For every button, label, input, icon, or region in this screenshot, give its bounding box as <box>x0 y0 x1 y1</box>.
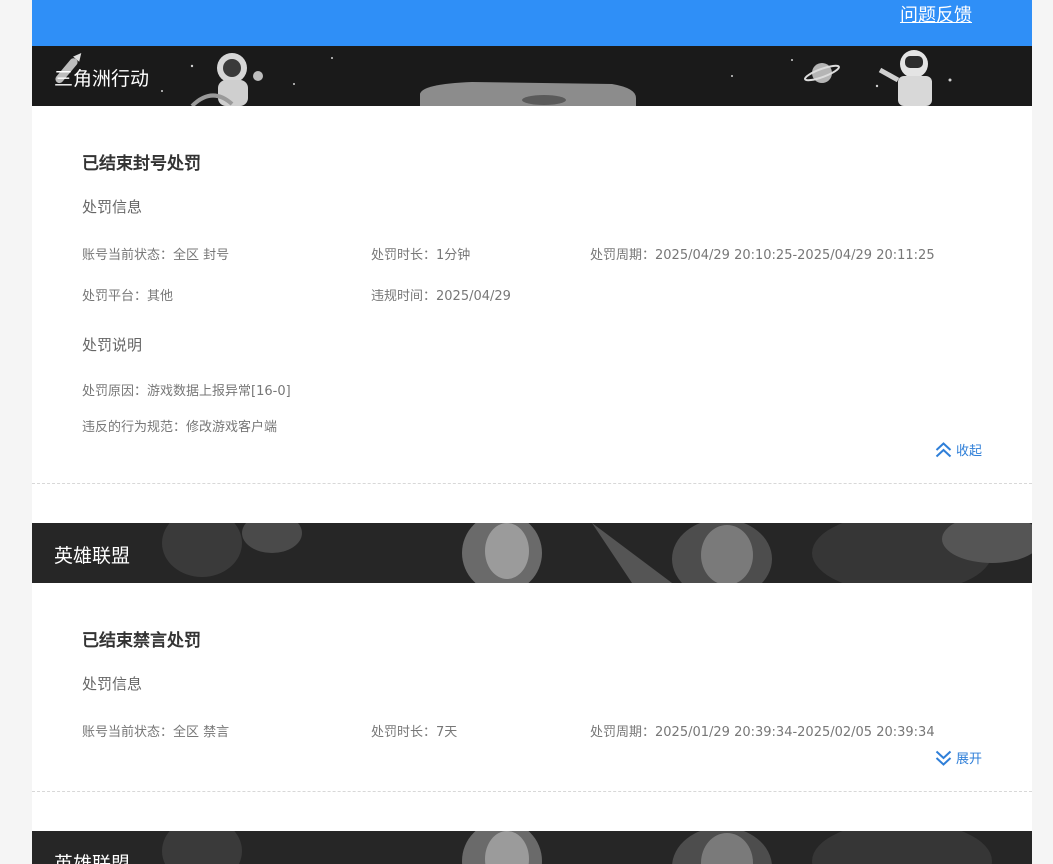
platform-field: 处罚平台：其他 <box>82 285 173 304</box>
field-value: 2025/04/29 20:10:25-2025/04/29 20:11:25 <box>655 248 935 263</box>
field-label: 处罚周期： <box>590 248 656 263</box>
double-chevron-up-icon <box>935 441 952 457</box>
game-banner-lol: 英雄联盟 <box>32 831 1032 864</box>
field-value: 全区 封号 <box>173 248 230 263</box>
field-value: 游戏数据上报异常[16-0] <box>147 384 291 399</box>
feedback-link[interactable]: 问题反馈 <box>900 1 972 27</box>
game-banner-delta-force: 三角洲行动 <box>32 46 1032 106</box>
reason-field: 处罚原因：游戏数据上报异常[16-0] <box>82 380 291 399</box>
field-value: 修改游戏客户端 <box>186 420 278 435</box>
field-label: 处罚平台： <box>82 289 148 304</box>
explain-heading: 处罚说明 <box>82 336 143 354</box>
toggle-label: 收起 <box>955 444 982 459</box>
rule-field: 违反的行为规范：修改游戏客户端 <box>82 416 277 435</box>
violation-time-field: 违规时间：2025/04/29 <box>371 285 511 304</box>
info-heading: 处罚信息 <box>82 675 143 693</box>
field-label: 处罚时长： <box>371 725 437 740</box>
game-title: 英雄联盟 <box>54 545 131 567</box>
duration-field: 处罚时长：1分钟 <box>371 244 470 263</box>
divider <box>32 791 1032 792</box>
field-label: 处罚原因： <box>82 384 148 399</box>
double-chevron-down-icon <box>935 750 952 766</box>
current-status-field: 账号当前状态：全区 禁言 <box>82 721 229 740</box>
top-bar: 问题反馈 <box>32 0 1032 46</box>
game-title: 英雄联盟 <box>54 853 131 864</box>
page: 问题反馈 三角洲行动 已结束封号处罚 处罚信息 账号当前状态：全区 封号 处罚时… <box>32 0 1032 864</box>
field-label: 违规时间： <box>371 289 437 304</box>
field-value: 全区 禁言 <box>173 725 230 740</box>
banner-art-champions <box>32 523 1032 583</box>
field-label: 违反的行为规范： <box>82 420 187 435</box>
game-title: 三角洲行动 <box>54 68 150 90</box>
field-value: 7天 <box>436 725 458 740</box>
field-label: 账号当前状态： <box>82 725 174 740</box>
banner-art-champions <box>32 831 1032 864</box>
period-field: 处罚周期：2025/04/29 20:10:25-2025/04/29 20:1… <box>590 244 935 263</box>
game-banner-lol: 英雄联盟 <box>32 523 1032 583</box>
field-label: 账号当前状态： <box>82 248 174 263</box>
collapse-toggle[interactable]: 收起 <box>935 440 982 459</box>
info-heading: 处罚信息 <box>82 198 143 216</box>
field-value: 2025/01/29 20:39:34-2025/02/05 20:39:34 <box>655 725 935 740</box>
punishment-card: 已结束禁言处罚 处罚信息 账号当前状态：全区 禁言 处罚时长：7天 处罚周期：2… <box>32 583 1032 791</box>
current-status-field: 账号当前状态：全区 封号 <box>82 244 229 263</box>
field-value: 其他 <box>147 289 174 304</box>
toggle-label: 展开 <box>955 752 982 767</box>
banner-art-space <box>32 46 1032 106</box>
duration-field: 处罚时长：7天 <box>371 721 457 740</box>
field-label: 处罚时长： <box>371 248 437 263</box>
status-title: 已结束禁言处罚 <box>82 631 201 651</box>
field-value: 2025/04/29 <box>436 289 511 304</box>
field-value: 1分钟 <box>436 248 471 263</box>
punishment-card: 已结束封号处罚 处罚信息 账号当前状态：全区 封号 处罚时长：1分钟 处罚周期：… <box>32 106 1032 484</box>
expand-toggle[interactable]: 展开 <box>935 748 982 767</box>
status-title: 已结束封号处罚 <box>82 154 201 174</box>
divider <box>32 483 1032 484</box>
field-label: 处罚周期： <box>590 725 656 740</box>
period-field: 处罚周期：2025/01/29 20:39:34-2025/02/05 20:3… <box>590 721 935 740</box>
